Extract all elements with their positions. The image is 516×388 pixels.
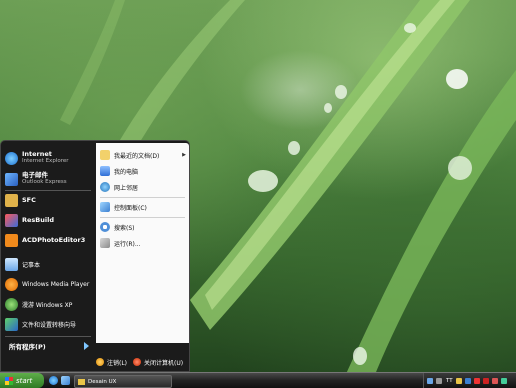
separator <box>100 217 185 218</box>
control-panel-icon <box>100 202 110 212</box>
right-item-label: 我最近的文档(D) <box>114 152 160 160</box>
taskbar: start Desain UX TT <box>0 372 516 388</box>
separator <box>5 336 91 337</box>
acd-photo-editor-icon <box>5 233 18 247</box>
recent-item-notepad[interactable]: 记事本 <box>5 255 93 273</box>
right-item-label: 我的电脑 <box>114 168 139 176</box>
tray-app-icon[interactable] <box>464 377 471 384</box>
network-icon <box>100 182 110 192</box>
sfc-icon <box>5 193 18 207</box>
quick-launch-ie-icon[interactable] <box>49 376 58 385</box>
resbuild-icon <box>5 213 18 227</box>
logoff-button[interactable]: 注销(L) <box>96 358 127 367</box>
shutdown-button[interactable]: 关闭计算机(U) <box>133 358 183 367</box>
right-item-label: 运行(R)... <box>114 240 141 248</box>
system-tray: TT <box>423 373 516 388</box>
start-menu-bottom-bar: 注销(L) 关闭计算机(U) <box>96 353 190 371</box>
media-player-icon <box>5 277 18 291</box>
network-places[interactable]: 网上邻居 <box>100 180 186 194</box>
email-icon <box>5 172 18 186</box>
recent-item-resbuild[interactable]: ResBuild <box>5 211 93 229</box>
notepad-icon <box>5 257 18 271</box>
recent-item-label: Windows Media Player <box>22 280 90 288</box>
run-icon <box>100 238 110 248</box>
pinned-item-email[interactable]: 电子邮件 Outlook Express <box>5 170 93 188</box>
pinned-item-subtitle: Outlook Express <box>22 179 67 185</box>
start-menu: Internet Internet Explorer 电子邮件 Outlook … <box>0 140 190 372</box>
quick-launch-desktop-icon[interactable] <box>61 376 70 385</box>
tour-xp-icon <box>5 297 18 311</box>
recent-item-label: SFC <box>22 196 36 204</box>
control-panel[interactable]: 控制面板(C) <box>100 200 186 214</box>
recent-item-transfer-wizard[interactable]: 文件和设置转移向导 <box>5 315 93 333</box>
recent-item-label: ResBuild <box>22 216 54 224</box>
search[interactable]: 搜索(S) <box>100 220 186 234</box>
pinned-item-subtitle: Internet Explorer <box>22 158 69 164</box>
security-alert-icon[interactable] <box>473 377 480 384</box>
my-computer[interactable]: 我的电脑 <box>100 164 186 178</box>
start-label: start <box>16 376 33 385</box>
language-indicator[interactable]: TT <box>446 378 453 384</box>
start-button[interactable]: start <box>0 373 44 388</box>
my-computer-icon <box>100 166 110 176</box>
recent-item-label: ACDPhotoEditor3 <box>22 236 86 244</box>
pinned-item-internet[interactable]: Internet Internet Explorer <box>5 149 93 167</box>
network-tray-icon[interactable] <box>427 377 433 384</box>
recent-item-tour-xp[interactable]: 漫游 Windows XP <box>5 295 93 313</box>
recent-item-label: 记事本 <box>22 261 41 269</box>
logoff-icon <box>96 358 104 366</box>
start-menu-left-pane: Internet Internet Explorer 电子邮件 Outlook … <box>1 143 95 343</box>
separator <box>100 197 185 198</box>
shutdown-label: 关闭计算机(U) <box>144 359 184 367</box>
start-menu-right-pane: 我最近的文档(D) ▶ 我的电脑 网上邻居 控制面板(C) 搜索(S) 运行(R… <box>96 143 189 343</box>
tray-app-icon[interactable] <box>500 377 507 384</box>
my-recent-documents[interactable]: 我最近的文档(D) ▶ <box>100 148 186 162</box>
recent-item-media-player[interactable]: Windows Media Player <box>5 275 93 293</box>
windows-flag-icon <box>5 376 13 385</box>
tray-app-icon[interactable] <box>491 377 498 384</box>
recent-item-label: 文件和设置转移向导 <box>22 321 77 329</box>
recent-item-acdphotoeditor[interactable]: ACDPhotoEditor3 <box>5 231 93 249</box>
all-programs-label: 所有程序(P) <box>9 343 46 351</box>
taskbar-window-button[interactable]: Desain UX <box>74 375 172 388</box>
right-item-label: 控制面板(C) <box>114 204 147 212</box>
recent-item-sfc[interactable]: SFC <box>5 191 93 209</box>
tray-app-icon[interactable] <box>455 377 462 384</box>
pinned-item-title: 电子邮件 <box>22 171 48 179</box>
chevron-right-icon: ▶ <box>182 152 186 158</box>
taskbar-window-label: Desain UX <box>88 378 117 385</box>
run[interactable]: 运行(R)... <box>100 236 186 250</box>
pinned-item-title: Internet <box>22 150 52 158</box>
recent-documents-icon <box>100 150 110 160</box>
logoff-label: 注销(L) <box>107 359 128 367</box>
power-icon <box>133 358 142 366</box>
volume-icon[interactable] <box>436 377 442 384</box>
recent-item-label: 漫游 Windows XP <box>22 301 73 309</box>
right-item-label: 网上邻居 <box>114 184 139 192</box>
transfer-wizard-icon <box>5 317 18 331</box>
folder-icon <box>78 378 85 385</box>
tray-app-icon[interactable] <box>482 377 489 384</box>
internet-explorer-icon <box>5 151 18 165</box>
all-programs-button[interactable]: 所有程序(P) <box>9 340 89 352</box>
search-icon <box>100 222 110 232</box>
right-item-label: 搜索(S) <box>114 224 135 232</box>
arrow-right-icon <box>84 342 89 350</box>
